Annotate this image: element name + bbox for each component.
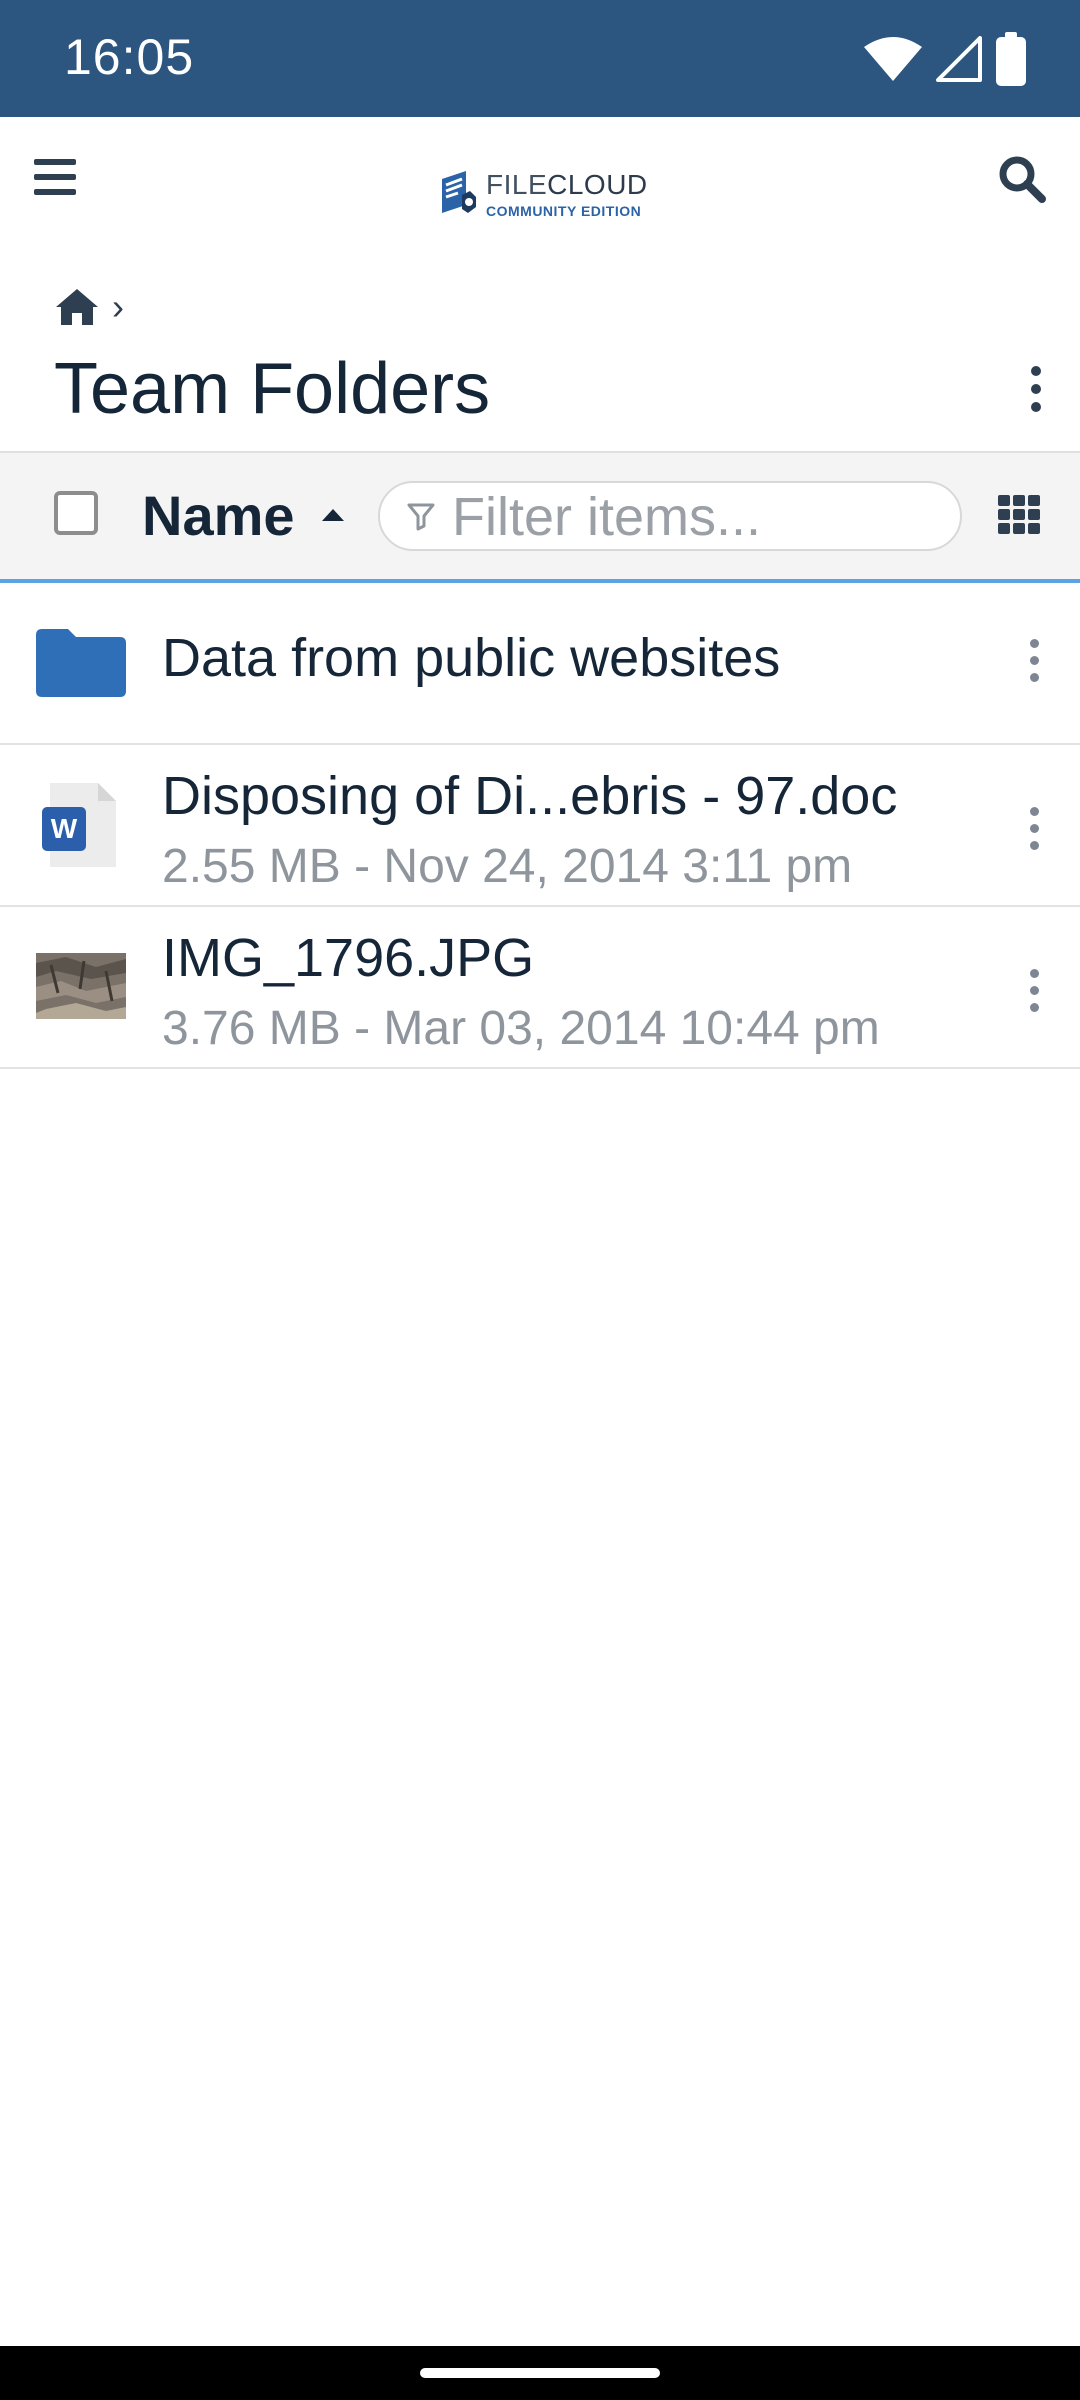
system-navigation-bar <box>0 2346 1080 2400</box>
page-title: Team Folders <box>54 349 491 429</box>
battery-icon <box>996 32 1026 86</box>
item-options-icon[interactable] <box>1014 961 1054 1021</box>
item-name: Data from public websites <box>162 628 781 688</box>
folder-options-icon[interactable] <box>1016 358 1056 418</box>
breadcrumb: › <box>54 285 124 329</box>
svg-text:W: W <box>51 813 78 844</box>
breadcrumb-separator: › <box>112 286 124 327</box>
grid-view-icon[interactable] <box>998 495 1044 535</box>
filter-input[interactable] <box>450 483 944 551</box>
status-time: 16:05 <box>64 29 195 85</box>
logo-wordmark: FILECLOUD <box>486 169 648 200</box>
list-toolbar: Name <box>0 451 1080 583</box>
item-details: 3.76 MB - Mar 03, 2014 10:44 pm <box>162 1002 880 1055</box>
image-thumbnail <box>36 953 126 1019</box>
home-gesture-handle[interactable] <box>420 2368 660 2378</box>
folder-icon <box>36 629 126 697</box>
wifi-icon <box>864 37 922 81</box>
filecloud-logo-icon <box>442 171 476 213</box>
sort-ascending-icon[interactable] <box>322 509 344 521</box>
item-name: IMG_1796.JPG <box>162 928 535 988</box>
list-item[interactable]: Data from public websites <box>0 583 1080 745</box>
list-item[interactable]: IMG_1796.JPG 3.76 MB - Mar 03, 2014 10:4… <box>0 907 1080 1069</box>
select-all-checkbox[interactable] <box>54 491 98 535</box>
sort-by-name-button[interactable]: Name <box>142 483 295 548</box>
home-icon[interactable] <box>54 287 100 327</box>
item-name: Disposing of Di...ebris - 97.doc <box>162 766 898 826</box>
word-document-icon: W <box>42 783 116 867</box>
file-list: Data from public websites W Disposing of… <box>0 583 1080 1069</box>
app-bar: FILECLOUD COMMUNITY EDITION <box>0 117 1080 257</box>
item-options-icon[interactable] <box>1014 799 1054 859</box>
search-icon[interactable] <box>996 153 1048 205</box>
page-header: Team Folders <box>0 338 1080 448</box>
filter-box[interactable] <box>378 481 962 551</box>
status-icons <box>864 30 1026 88</box>
status-bar: 16:05 <box>0 0 1080 117</box>
cellular-signal-icon <box>936 36 982 82</box>
filecloud-logo: FILECLOUD COMMUNITY EDITION <box>438 167 648 221</box>
list-item[interactable]: W Disposing of Di...ebris - 97.doc 2.55 … <box>0 745 1080 907</box>
item-details: 2.55 MB - Nov 24, 2014 3:11 pm <box>162 840 853 893</box>
hamburger-menu-icon[interactable] <box>34 159 76 199</box>
filter-icon <box>407 503 435 531</box>
item-options-icon[interactable] <box>1014 631 1054 691</box>
logo-edition: COMMUNITY EDITION <box>486 203 642 219</box>
